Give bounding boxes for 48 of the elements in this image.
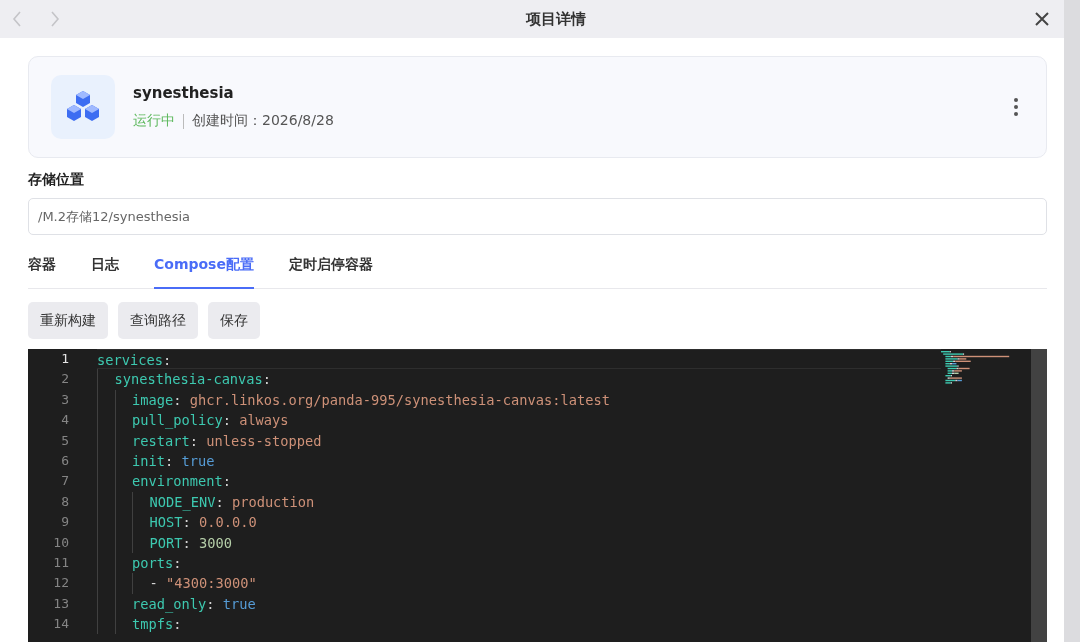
window-title: 项目详情 <box>525 9 587 29</box>
line-number: 4 <box>60 411 70 430</box>
action-button[interactable]: 保存 <box>208 302 260 339</box>
scrollbar[interactable] <box>1031 349 1047 642</box>
line-number: 6 <box>60 451 70 470</box>
tab[interactable]: Compose配置 <box>154 256 254 289</box>
code-line: environment: <box>97 471 941 492</box>
storage-path-field[interactable]: /M.2存储12/synesthesia <box>28 198 1047 235</box>
code-line: - "4300:3000" <box>97 573 941 594</box>
line-number: 8 <box>60 492 70 511</box>
action-button[interactable]: 查询路径 <box>118 302 198 339</box>
line-number: 13 <box>52 594 70 613</box>
line-number: 3 <box>60 390 70 409</box>
status-text: 运行中 <box>133 112 175 130</box>
code-line: tmpfs: <box>97 614 941 635</box>
project-name: synesthesia <box>133 84 235 102</box>
code-line: NODE_ENV: production <box>97 491 941 513</box>
line-number: 12 <box>52 574 70 593</box>
more-icon <box>1014 98 1018 116</box>
chevron-right-icon <box>50 11 60 27</box>
close-icon <box>1035 12 1049 26</box>
code-line: init: true <box>97 450 941 472</box>
code-line: HOST: 0.0.0.0 <box>97 512 941 533</box>
line-number: 2 <box>60 370 70 389</box>
created-time: 创建时间：2026/8/28 <box>192 112 334 130</box>
line-number: 7 <box>60 472 70 491</box>
line-number: 14 <box>52 615 70 634</box>
cubes-icon <box>65 90 101 124</box>
tab[interactable]: 日志 <box>91 256 119 289</box>
code-line: read_only: true <box>97 593 941 615</box>
line-number: 10 <box>52 533 70 552</box>
line-number: 5 <box>60 431 70 450</box>
code-line: pull_policy: always <box>97 410 941 431</box>
chevron-left-icon <box>12 11 22 27</box>
code-line: synesthesia-canvas: <box>97 369 941 390</box>
code-line: ports: <box>97 552 941 574</box>
code-editor[interactable] <box>28 349 1047 642</box>
code-line: restart: unless-stopped <box>97 430 941 451</box>
line-number: 9 <box>60 513 70 532</box>
action-button[interactable]: 重新构建 <box>28 302 108 339</box>
code-line: services: <box>97 349 941 370</box>
tab[interactable]: 容器 <box>28 256 56 289</box>
line-number: 11 <box>52 553 70 572</box>
code-line: image: ghcr.linkos.org/panda-995/synesthesia-canvas:latest <box>97 389 941 411</box>
storage-label: 存储位置 <box>28 171 85 189</box>
tab[interactable]: 定时启停容器 <box>288 256 373 289</box>
code-line: PORT: 3000 <box>97 532 941 553</box>
line-number: 1 <box>60 350 70 368</box>
